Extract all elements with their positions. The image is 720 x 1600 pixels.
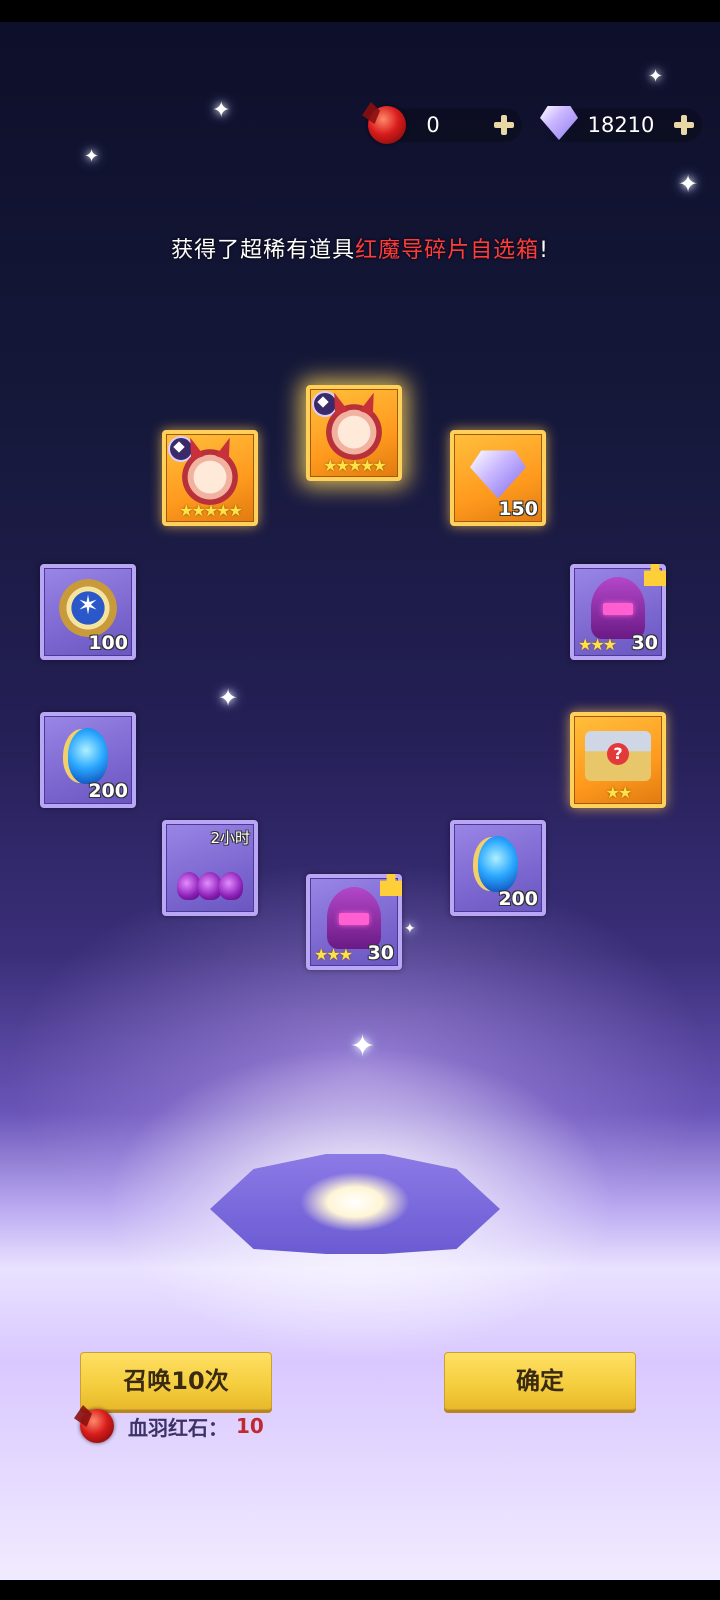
blood-feather-ruby-icon [368,106,406,144]
reward-quantity: 30 [367,942,394,964]
status-bar [0,0,720,22]
reward-stars: ★★★★★ [323,456,387,475]
reward-timer: 2小时 [210,829,250,847]
blue-egg-icon [478,836,518,893]
summon-10-button[interactable]: 召唤10次 [80,1352,272,1410]
reward-quantity: 30 [631,632,658,654]
reward-card-star-medal[interactable]: 100 [40,564,136,660]
reward-stars: ★★★ [314,945,353,964]
helmet-icon [327,887,381,950]
reward-stars: ★★ [605,783,633,802]
cost-value: 10 [236,1414,264,1438]
reward-announcement: 获得了超稀有道具红魔导碎片自选箱! [0,232,720,264]
sparkle-icon: ✦ [212,98,231,123]
add-diamond-button[interactable] [672,113,696,137]
reward-quantity: 200 [88,780,128,802]
hero-portrait-icon [179,443,241,506]
diamond-icon [470,450,526,499]
blood-feather-ruby-icon [80,1409,114,1443]
platform-glow [300,1172,410,1232]
add-ruby-button[interactable] [492,113,516,137]
reward-card-potion-pack[interactable]: 2小时 [162,820,258,916]
announcement-item: 红魔导碎片自选箱 [355,238,540,263]
sparkle-icon: ✦ [84,146,100,167]
reward-card-equipment-chest[interactable]: ★★ [570,712,666,808]
sparkle-icon: ✦ [350,1029,376,1064]
blue-egg-icon [68,728,108,785]
summon-cost: 血羽红石： 10 [80,1406,264,1446]
confirm-button[interactable]: 确定 [444,1352,636,1410]
sparkle-icon: ✦ [218,684,239,712]
reward-stars: ★★★★★ [179,501,243,520]
potion-icon [177,850,243,901]
cost-label: 血羽红石： [128,1415,228,1440]
sparkle-icon: ✦ [678,170,699,198]
reward-card-hero-shard[interactable]: ★★★★★ [162,430,258,526]
summon-result-screen: ✦ ✦ ✦ ✦ ✦ ✦ ✦ 0 18210 获得了超稀有道具红魔导碎片自选箱! … [0,22,720,1580]
shard-badge-icon [644,564,666,586]
announcement-suffix: ! [539,238,549,263]
reward-card-helmet-shard[interactable]: ★★★ 30 [306,874,402,970]
sparkle-icon: ✦ [648,66,664,87]
shard-badge-icon [380,874,402,896]
system-nav-bar [0,1580,720,1600]
helmet-icon [591,577,645,640]
reward-quantity: 150 [498,498,538,520]
mystery-chest-icon [585,731,651,782]
reward-quantity: 200 [498,888,538,910]
announcement-prefix: 获得了超稀有道具 [171,238,356,263]
star-medal-icon [59,579,117,638]
reward-card-hero-shard[interactable]: ★★★★★ [306,385,402,481]
reward-card-blue-egg[interactable]: 200 [450,820,546,916]
reward-card-helmet-shard[interactable]: ★★★ 30 [570,564,666,660]
reward-stars: ★★★ [578,635,617,654]
reward-quantity: 100 [88,632,128,654]
hero-portrait-icon [323,398,385,461]
reward-card-diamond[interactable]: 150 [450,430,546,526]
sparkle-icon: ✦ [404,921,416,937]
reward-card-blue-egg[interactable]: 200 [40,712,136,808]
